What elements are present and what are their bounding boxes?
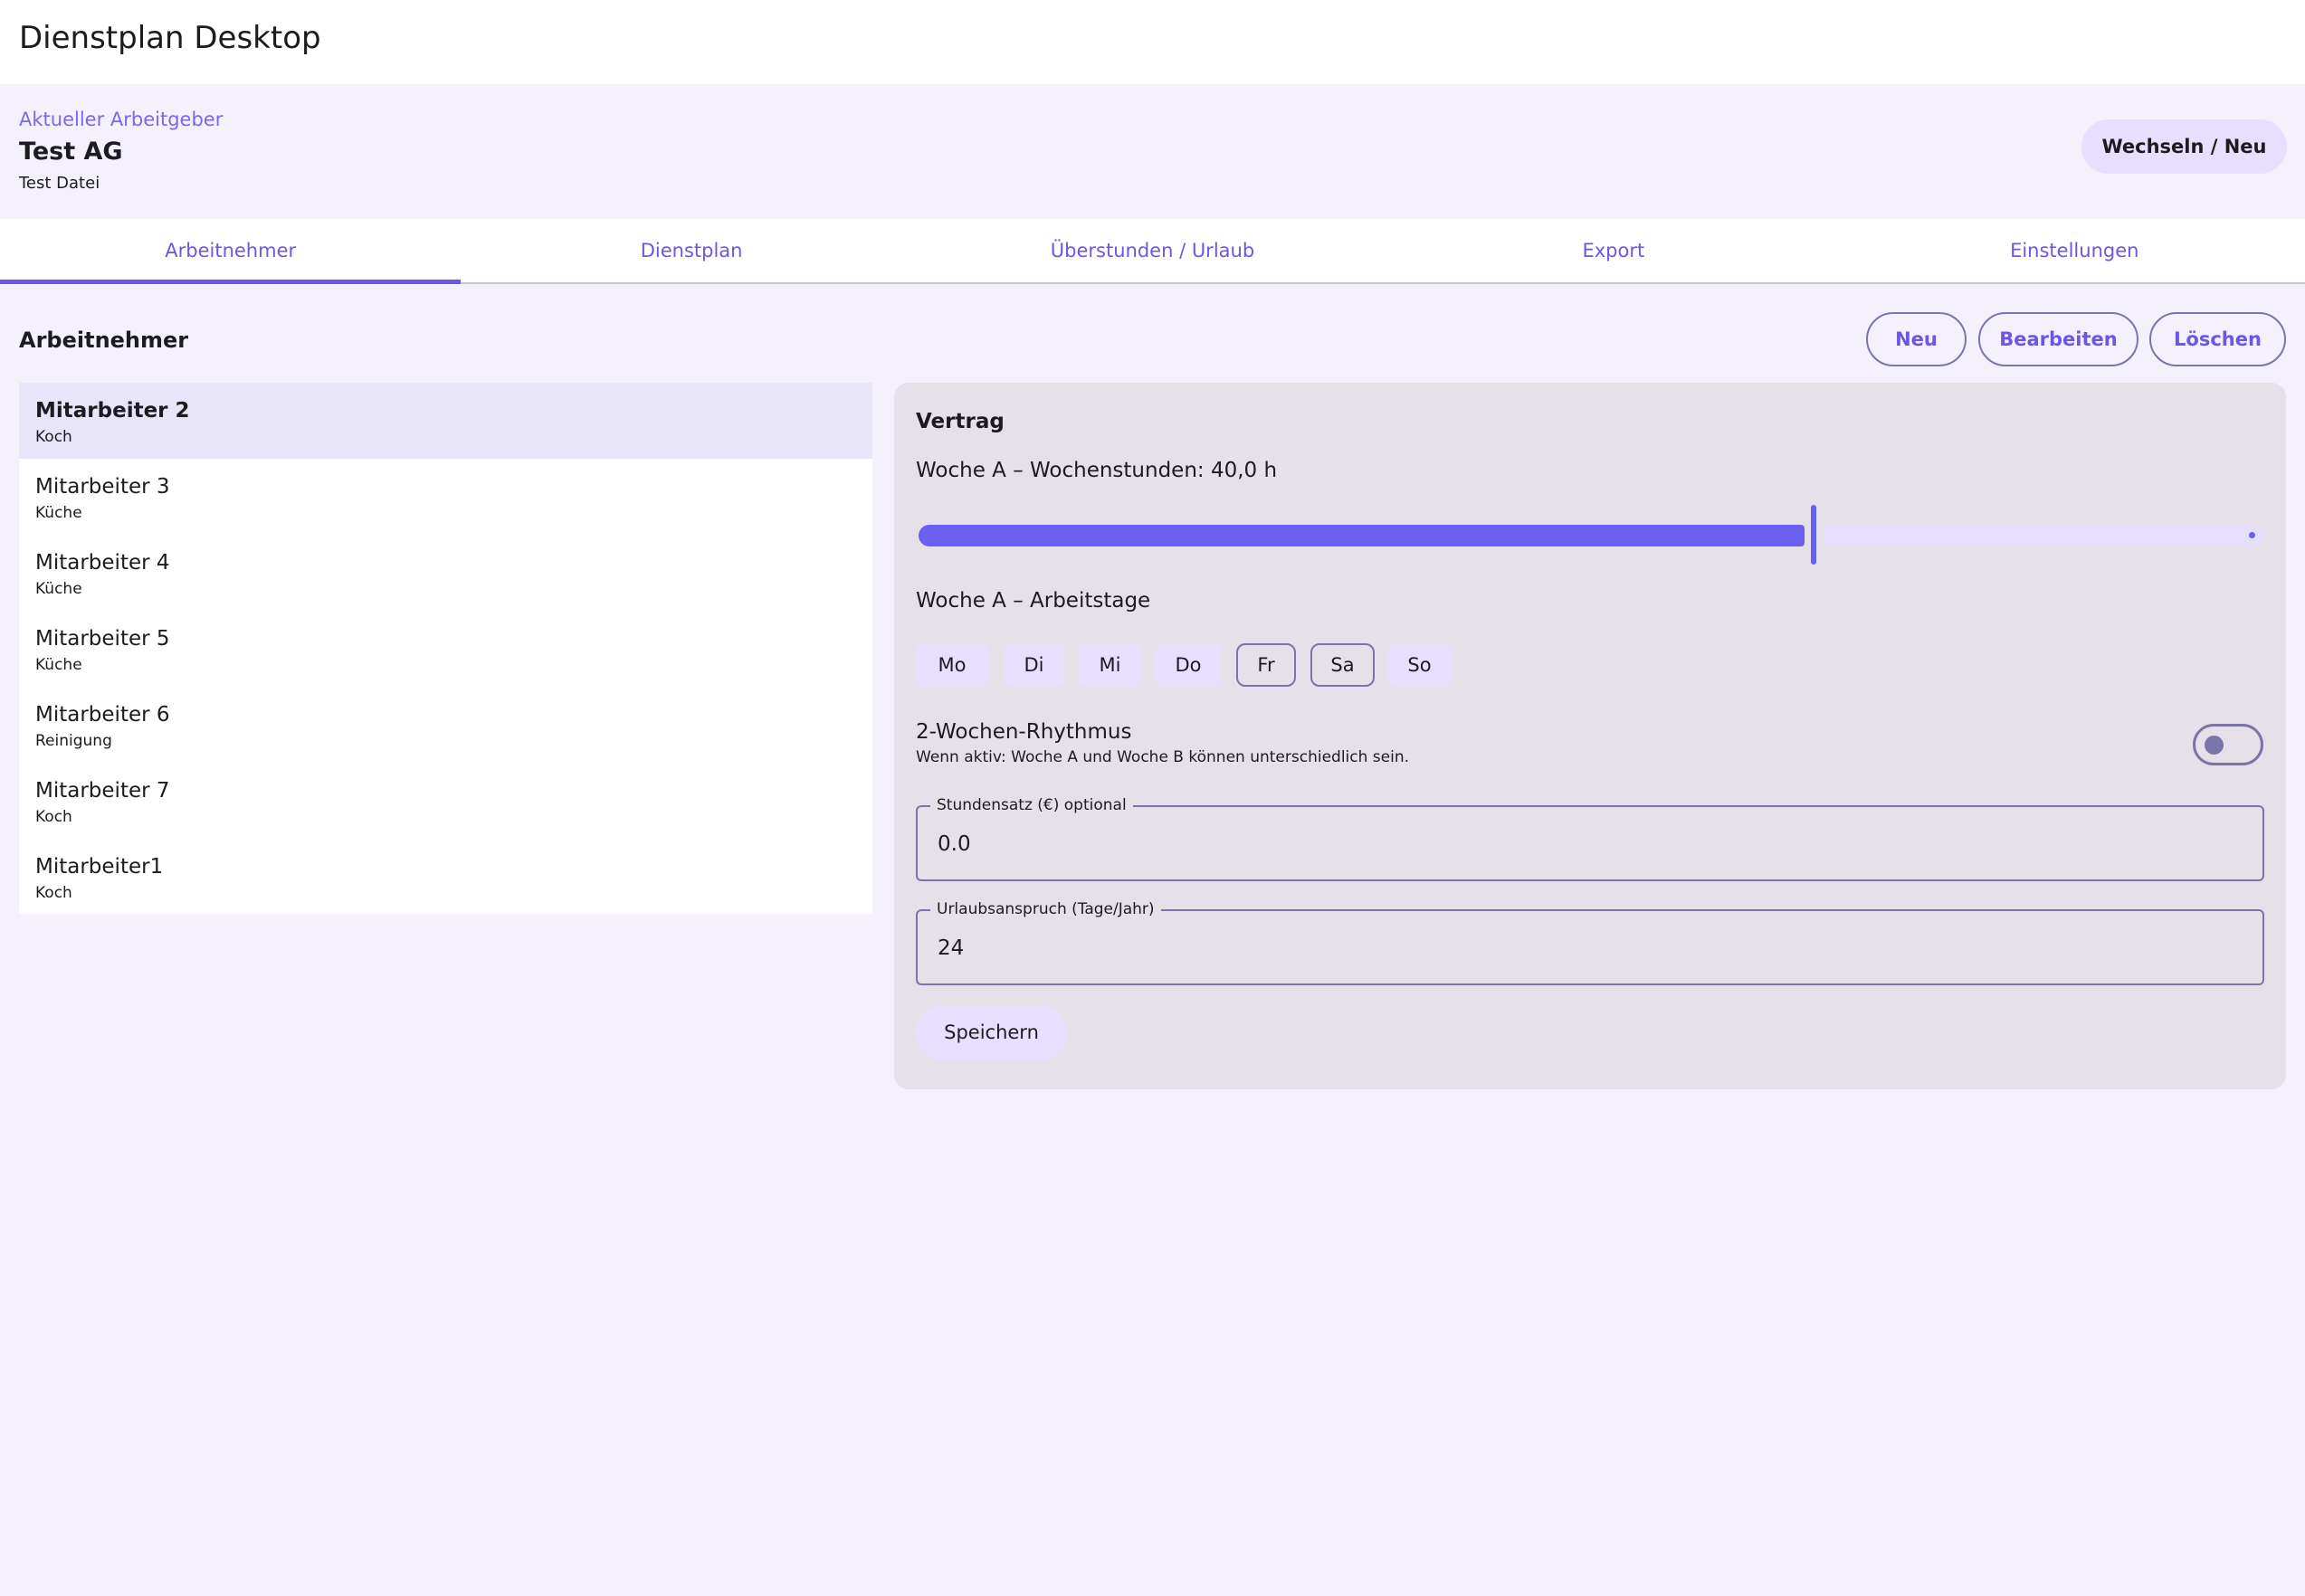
employee-list: Mitarbeiter 2 Koch Mitarbeiter 3 Küche M… [19, 383, 872, 914]
list-item[interactable]: Mitarbeiter 5 Küche [19, 611, 872, 687]
app-title: Dienstplan Desktop [19, 20, 321, 56]
employee-role: Küche [35, 504, 82, 522]
employee-name: Mitarbeiter1 [35, 855, 164, 879]
save-button[interactable]: Speichern [916, 1005, 1067, 1059]
tab-arbeitnehmer[interactable]: Arbeitnehmer [0, 219, 462, 284]
hourly-rate-field[interactable]: Stundensatz (€) optional 0.0 [916, 796, 2264, 881]
title-bar: Dienstplan Desktop [0, 0, 2305, 84]
day-chip-mi[interactable]: Mi [1078, 643, 1142, 687]
tab-einstellungen[interactable]: Einstellungen [1844, 219, 2305, 282]
vacation-days-label: Urlaubsanspruch (Tage/Jahr) [930, 900, 1161, 918]
two-week-rhythm-description: Wenn aktiv: Woche A und Woche B können u… [916, 748, 1410, 766]
employer-file: Test Datei [19, 174, 100, 193]
employee-role: Küche [35, 656, 82, 674]
employee-name: Mitarbeiter 4 [35, 551, 170, 575]
section-title: Arbeitnehmer [19, 328, 189, 353]
day-chip-di[interactable]: Di [1004, 643, 1064, 687]
slider-handle[interactable] [1811, 505, 1816, 565]
toggle-knob [2205, 736, 2224, 755]
employee-role: Koch [35, 808, 72, 826]
contract-panel: Vertrag Woche A – Wochenstunden: 40,0 h … [894, 383, 2286, 1089]
hourly-rate-label: Stundensatz (€) optional [930, 796, 1133, 814]
day-chip-do[interactable]: Do [1155, 643, 1222, 687]
list-item[interactable]: Mitarbeiter 4 Küche [19, 535, 872, 611]
employee-role: Koch [35, 428, 72, 446]
slider-inactive-track[interactable] [1824, 525, 2262, 546]
slider-stop-indicator [2249, 532, 2255, 538]
list-item[interactable]: Mitarbeiter1 Koch [19, 839, 872, 915]
two-week-rhythm-toggle[interactable] [2193, 724, 2263, 765]
list-item[interactable]: Mitarbeiter 7 Koch [19, 763, 872, 839]
employee-name: Mitarbeiter 5 [35, 627, 170, 651]
employee-role: Küche [35, 580, 82, 598]
employer-name: Test AG [19, 138, 123, 166]
slider-active-track[interactable] [919, 525, 1805, 546]
day-chip-mo[interactable]: Mo [916, 643, 988, 687]
edit-employee-button[interactable]: Bearbeiten [1978, 312, 2138, 366]
contract-title: Vertrag [916, 410, 1005, 433]
employee-name: Mitarbeiter 7 [35, 779, 170, 803]
list-item[interactable]: Mitarbeiter 2 Koch [19, 383, 872, 459]
delete-employee-button[interactable]: Löschen [2149, 312, 2286, 366]
hourly-rate-value[interactable]: 0.0 [938, 832, 971, 856]
tab-bar: Arbeitnehmer Dienstplan Überstunden / Ur… [0, 219, 2305, 284]
day-chip-fr[interactable]: Fr [1236, 643, 1296, 687]
employee-name: Mitarbeiter 2 [35, 399, 190, 423]
employer-caption: Aktueller Arbeitgeber [19, 109, 224, 130]
employee-name: Mitarbeiter 6 [35, 703, 170, 727]
list-item[interactable]: Mitarbeiter 6 Reinigung [19, 687, 872, 763]
new-employee-button[interactable]: Neu [1866, 312, 1967, 366]
two-week-rhythm-label: 2-Wochen-Rhythmus [916, 720, 1132, 744]
list-item[interactable]: Mitarbeiter 3 Küche [19, 459, 872, 535]
employee-role: Koch [35, 884, 72, 902]
tab-ueberstunden-urlaub[interactable]: Überstunden / Urlaub [922, 219, 1383, 282]
workdays-label: Woche A – Arbeitstage [916, 589, 1151, 613]
employee-name: Mitarbeiter 3 [35, 475, 170, 499]
vacation-days-value[interactable]: 24 [938, 936, 964, 960]
employer-header: Aktueller Arbeitgeber Test AG Test Datei… [0, 84, 2305, 219]
day-chip-sa[interactable]: Sa [1310, 643, 1375, 687]
day-chip-so[interactable]: So [1387, 643, 1452, 687]
tab-export[interactable]: Export [1383, 219, 1843, 282]
switch-employer-button[interactable]: Wechseln / Neu [2081, 119, 2287, 174]
vacation-days-field[interactable]: Urlaubsanspruch (Tage/Jahr) 24 [916, 900, 2264, 985]
weekly-hours-label: Woche A – Wochenstunden: 40,0 h [916, 459, 1278, 482]
tab-dienstplan[interactable]: Dienstplan [461, 219, 921, 282]
employee-role: Reinigung [35, 732, 112, 750]
